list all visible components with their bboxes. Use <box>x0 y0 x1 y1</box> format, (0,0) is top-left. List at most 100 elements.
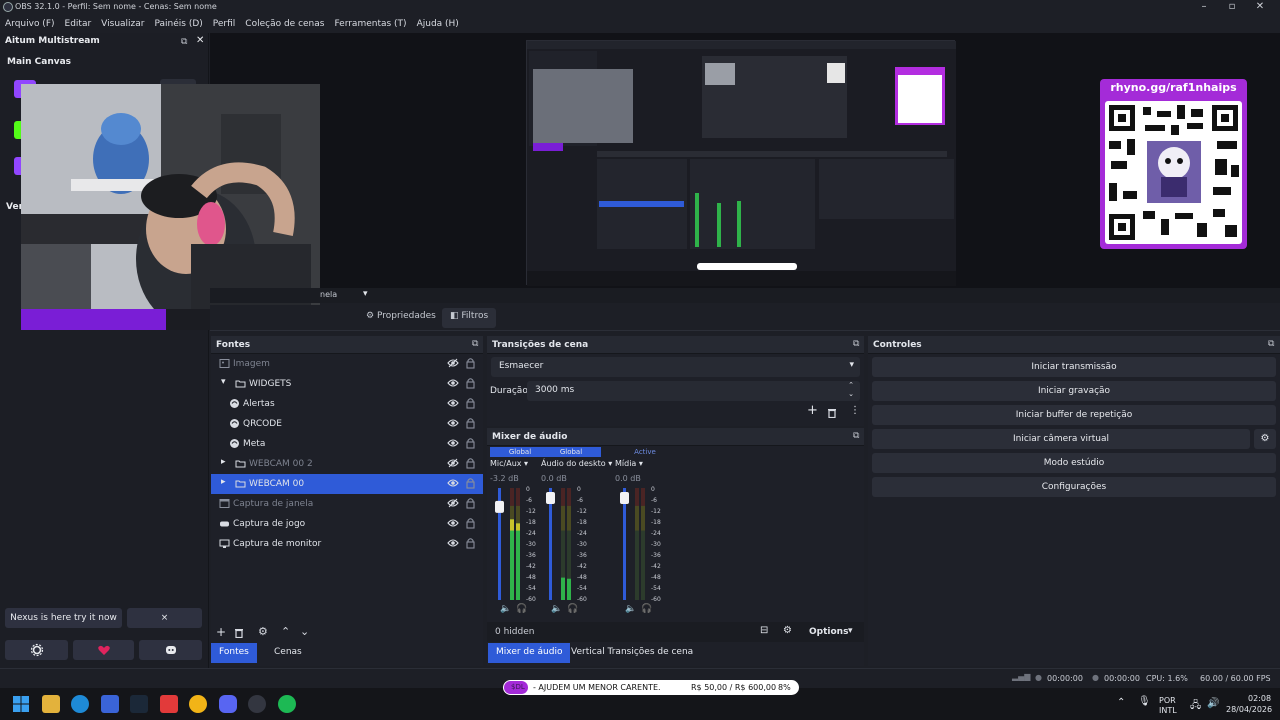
file-explorer-icon[interactable] <box>42 695 60 713</box>
clock-date[interactable]: 28/04/2026 <box>1226 705 1272 714</box>
eye-icon[interactable] <box>447 398 459 408</box>
nexus-button[interactable]: Nexus is here try it now <box>5 608 122 628</box>
lang-indicator-1[interactable]: POR <box>1159 696 1176 705</box>
eye-icon[interactable] <box>447 418 459 428</box>
channel-name[interactable]: Mídia ▾ <box>615 459 675 468</box>
virtual-camera-settings-button[interactable]: ⚙ <box>1254 429 1276 449</box>
settings-button[interactable]: Configurações <box>872 477 1276 497</box>
discord-taskbar-icon[interactable] <box>219 695 237 713</box>
mic-tray-icon[interactable]: 🎙 <box>1138 696 1151 707</box>
chevron-right-icon[interactable]: ▸ <box>221 457 226 467</box>
lock-icon[interactable] <box>466 437 475 449</box>
windows-start-icon[interactable] <box>12 695 30 713</box>
monitor-headphones-icon[interactable]: 🎧 <box>567 604 578 614</box>
eye-hidden-icon[interactable] <box>447 358 459 368</box>
move-down-icon[interactable]: ⌄ <box>300 625 309 638</box>
properties-tab[interactable]: ⚙ Propriedades <box>358 308 444 328</box>
layout-icon[interactable]: ⊟ <box>760 625 768 636</box>
menu-ajuda[interactable]: Ajuda (H) <box>417 19 459 29</box>
source-row-webcam-00[interactable]: ▸ WEBCAM 00 <box>211 474 483 494</box>
start-virtual-camera-button[interactable]: Iniciar câmera virtual <box>872 429 1250 449</box>
steam-icon[interactable] <box>130 695 148 713</box>
remove-source-icon[interactable] <box>234 627 244 638</box>
volume-meter[interactable]: 0 -6 -12 -18 -24 -30 -36 -42 -48 -54 -60 <box>617 484 667 612</box>
undock-icon[interactable]: ⧉ <box>472 339 478 349</box>
store-icon[interactable] <box>101 695 119 713</box>
monitor-headphones-icon[interactable]: 🎧 <box>516 604 527 614</box>
studio-mode-button[interactable]: Modo estúdio <box>872 453 1276 473</box>
menu-colecao-cenas[interactable]: Coleção de cenas <box>245 19 324 29</box>
scene-dropdown-arrow[interactable]: ▾ <box>363 289 368 299</box>
chrome-icon[interactable] <box>189 695 207 713</box>
minimize-button[interactable]: – <box>1190 0 1218 15</box>
undock-icon[interactable]: ⧉ <box>853 339 859 349</box>
add-transition-icon[interactable]: + <box>807 403 818 418</box>
close-dock-icon[interactable]: ✕ <box>196 35 204 46</box>
tab-fontes[interactable]: Fontes <box>211 643 257 663</box>
tray-expand-icon[interactable]: ⌃ <box>1117 697 1125 708</box>
add-source-icon[interactable]: + <box>216 625 226 639</box>
source-row-captura-de-janela[interactable]: Captura de janela <box>211 494 483 514</box>
menu-perfil[interactable]: Perfil <box>213 19 236 29</box>
source-row-captura-de-monitor[interactable]: Captura de monitor <box>211 534 483 554</box>
chevron-right-icon[interactable]: ▸ <box>221 477 226 487</box>
channel-mode-badge[interactable]: Active <box>615 447 675 457</box>
eye-icon[interactable] <box>447 518 459 528</box>
volume-tray-icon[interactable]: 🔊 <box>1207 698 1219 709</box>
filters-tab[interactable]: ◧ Filtros <box>442 308 497 328</box>
source-row-captura-de-jogo[interactable]: Captura de jogo <box>211 514 483 534</box>
menu-ferramentas[interactable]: Ferramentas (T) <box>334 19 406 29</box>
lock-icon[interactable] <box>466 357 475 369</box>
obs-taskbar-icon[interactable] <box>248 695 266 713</box>
tab-vertical-transitions[interactable]: Vertical Transições de cena <box>563 643 701 663</box>
lang-indicator-2[interactable]: INTL <box>1159 706 1177 715</box>
channel-name[interactable]: Áudio do deskto ▾ <box>541 459 612 468</box>
nexus-close-button[interactable]: × <box>127 608 202 628</box>
move-up-icon[interactable]: ⌃ <box>281 625 290 638</box>
lock-icon[interactable] <box>466 397 475 409</box>
close-window-button[interactable]: ✕ <box>1246 0 1274 15</box>
eye-hidden-icon[interactable] <box>447 458 459 468</box>
menu-arquivo[interactable]: Arquivo (F) <box>5 19 55 29</box>
advanced-audio-icon[interactable]: ⚙ <box>783 625 792 636</box>
channel-mode-badge[interactable]: Global <box>541 447 601 457</box>
lock-icon[interactable] <box>466 497 475 509</box>
donate-button[interactable] <box>73 640 134 660</box>
source-row-widgets[interactable]: ▾ WIDGETS <box>211 374 483 394</box>
menu-editar[interactable]: Editar <box>65 19 92 29</box>
lock-icon[interactable] <box>466 417 475 429</box>
lock-icon[interactable] <box>466 457 475 469</box>
start-streaming-button[interactable]: Iniciar transmissão <box>872 357 1276 377</box>
transition-select[interactable]: Esmaecer ▾ <box>491 357 860 377</box>
menu-visualizar[interactable]: Visualizar <box>101 19 144 29</box>
discord-button[interactable] <box>139 640 202 660</box>
eye-icon[interactable] <box>447 378 459 388</box>
tab-mixer[interactable]: Mixer de áudio <box>488 643 571 663</box>
source-row-meta[interactable]: Meta <box>211 434 483 454</box>
volume-meter[interactable]: 0 -6 -12 -18 -24 -30 -36 -42 -48 -54 -60 <box>543 484 593 612</box>
mute-speaker-icon[interactable]: 🔈 <box>551 604 562 614</box>
source-row-webcam-00-2[interactable]: ▸ WEBCAM 00 2 <box>211 454 483 474</box>
eye-icon[interactable] <box>447 438 459 448</box>
source-row-alertas[interactable]: Alertas <box>211 394 483 414</box>
edge-icon[interactable] <box>71 695 89 713</box>
start-recording-button[interactable]: Iniciar gravação <box>872 381 1276 401</box>
lock-icon[interactable] <box>466 377 475 389</box>
lock-icon[interactable] <box>466 477 475 489</box>
start-replay-buffer-button[interactable]: Iniciar buffer de repetição <box>872 405 1276 425</box>
source-settings-icon[interactable]: ⚙ <box>258 625 268 638</box>
eye-hidden-icon[interactable] <box>447 498 459 508</box>
eye-icon[interactable] <box>447 538 459 548</box>
mute-speaker-icon[interactable]: 🔈 <box>625 604 636 614</box>
monitor-headphones-icon[interactable]: 🎧 <box>641 604 652 614</box>
volume-meter[interactable]: 0 -6 -12 -18 -24 -30 -36 -42 -48 -54 -60 <box>492 484 542 612</box>
source-row-imagem[interactable]: Imagem <box>211 354 483 374</box>
settings-button[interactable] <box>5 640 68 660</box>
clock-time[interactable]: 02:08 <box>1248 694 1271 703</box>
duration-input[interactable]: 3000 ms ⌃ ⌄ <box>527 381 860 401</box>
chevron-down-icon[interactable]: ▾ <box>221 377 226 387</box>
more-options-icon[interactable]: ⋮ <box>850 405 860 416</box>
undock-icon[interactable]: ⧉ <box>1268 339 1274 349</box>
undock-icon[interactable]: ⧉ <box>181 37 187 47</box>
tab-cenas[interactable]: Cenas <box>266 643 310 663</box>
